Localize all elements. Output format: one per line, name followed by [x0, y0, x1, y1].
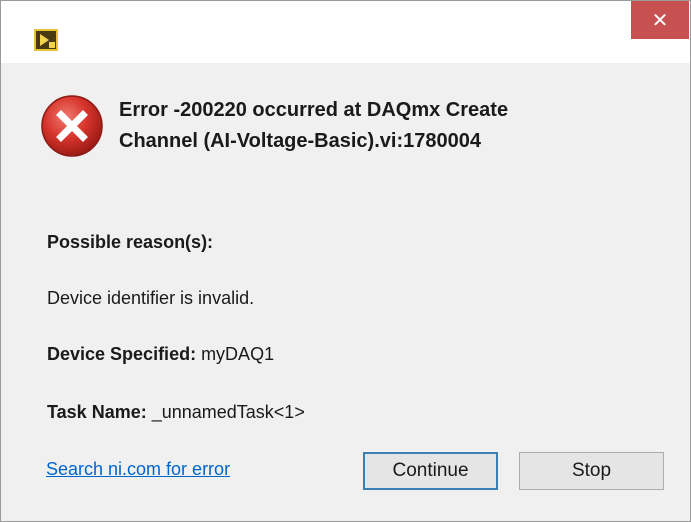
title-bar[interactable]: ✕ — [1, 1, 690, 63]
task-name-label: Task Name: — [47, 402, 147, 422]
error-dialog-window: ✕ Error -200220 occurred at DAQmx Create… — [0, 0, 691, 522]
error-message-title: Error -200220 occurred at DAQmx Create C… — [119, 95, 659, 157]
possible-reasons-heading: Possible reason(s): — [47, 232, 214, 252]
task-name-value: _unnamedTask<1> — [146, 402, 305, 422]
search-ni-link[interactable]: Search ni.com for error — [46, 459, 230, 480]
reason-text: Device identifier is invalid. — [47, 288, 255, 308]
dialog-content: Error -200220 occurred at DAQmx Create C… — [1, 63, 690, 521]
error-title-line-1: Error -200220 occurred at DAQmx Create — [119, 99, 509, 121]
device-specified-line: Device Specified: myDAQ1 — [47, 344, 274, 365]
device-specified-label: Device Specified: — [47, 344, 197, 364]
device-specified-value: myDAQ1 — [196, 344, 275, 364]
error-icon — [41, 95, 103, 157]
labview-app-icon — [34, 29, 58, 51]
stop-button[interactable]: Stop — [519, 452, 664, 490]
error-title-line-2: Channel (AI-Voltage-Basic).vi:1780004 — [119, 130, 481, 152]
close-icon: ✕ — [651, 9, 669, 32]
close-button[interactable]: ✕ — [631, 1, 689, 39]
task-name-line: Task Name: _unnamedTask<1> — [47, 402, 305, 423]
continue-button[interactable]: Continue — [363, 452, 498, 490]
